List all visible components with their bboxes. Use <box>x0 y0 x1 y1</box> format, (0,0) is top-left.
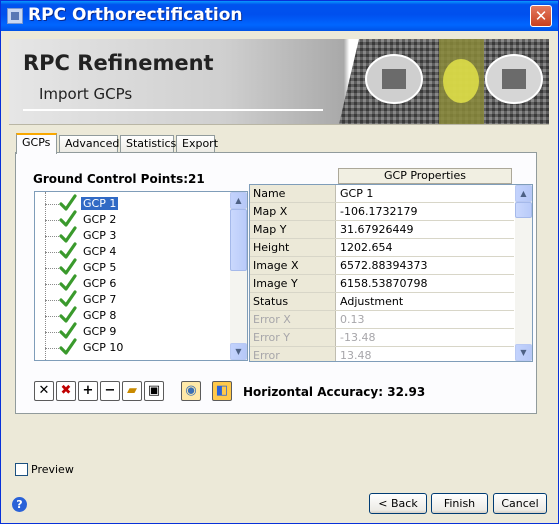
property-name: Status <box>250 293 336 310</box>
delete-icon[interactable]: ✖ <box>56 381 76 401</box>
window-title: RPC Orthorectification <box>28 5 243 25</box>
wizard-header: RPC Refinement Import GCPs <box>9 39 549 125</box>
scroll-thumb[interactable] <box>230 209 247 271</box>
property-value: -13.48 <box>340 331 376 344</box>
scroll-up-button[interactable]: ▲ <box>230 192 247 209</box>
tree-connector <box>45 236 59 237</box>
tab-advanced[interactable]: Advanced <box>59 135 119 152</box>
property-value: 0.13 <box>340 313 365 326</box>
property-row[interactable]: Map X -106.1732179 <box>250 203 514 221</box>
tree-connector <box>45 192 46 360</box>
property-name: Height <box>250 239 336 256</box>
gcp-item-label: GCP 6 <box>83 277 117 290</box>
step-subtitle: Import GCPs <box>39 85 133 103</box>
property-name: Image Y <box>250 275 336 292</box>
gcp-item-label: GCP 10 <box>83 341 124 354</box>
horizontal-accuracy-value: 32.93 <box>387 385 426 399</box>
app-icon <box>7 8 23 24</box>
gcp-properties-grid[interactable]: Name GCP 1 Map X -106.1732179 Map Y 31.679264… <box>249 184 533 362</box>
gcps-tab-panel: Ground Control Points:21 GCP 1 GCP 2 GCP 3… <box>15 152 537 414</box>
property-value[interactable]: 1202.654 <box>340 239 510 256</box>
tree-connector <box>45 268 59 269</box>
tab-statistics[interactable]: Statistics <box>120 135 176 152</box>
property-row[interactable]: Image X 6572.88394373 <box>250 257 514 275</box>
gcp-item-label: GCP 1 <box>81 197 119 210</box>
tree-connector <box>45 252 59 253</box>
gcp-count-label: Ground Control Points: <box>33 172 189 186</box>
property-value: 13.48 <box>340 349 372 362</box>
property-name: Map X <box>250 203 336 220</box>
property-row[interactable]: Image Y 6158.53870798 <box>250 275 514 293</box>
property-row[interactable]: Status Adjustment <box>250 293 514 311</box>
remove-icon[interactable]: − <box>100 381 120 401</box>
tree-connector <box>45 284 59 285</box>
tab-export[interactable]: Export <box>176 135 218 152</box>
preview-checkbox[interactable] <box>15 463 28 476</box>
property-row[interactable]: Name GCP 1 <box>250 185 514 203</box>
property-row: Error Magnitude 13.48 <box>250 347 514 362</box>
property-row[interactable]: Height 1202.654 <box>250 239 514 257</box>
close-icon[interactable]: ✕ <box>34 381 54 401</box>
property-name: Map Y <box>250 221 336 238</box>
property-row: Error Y -13.48 <box>250 329 514 347</box>
dialog-window: RPC Orthorectification ✕ RPC Refinement … <box>0 0 559 524</box>
property-value[interactable]: 6572.88394373 <box>340 257 510 274</box>
property-name: Error Y <box>250 329 336 346</box>
tree-connector <box>45 332 59 333</box>
gcp-item-label: GCP 4 <box>83 245 117 258</box>
gcp-item-label: GCP 7 <box>83 293 117 306</box>
property-value[interactable]: 6158.53870798 <box>340 275 510 292</box>
gcp-item-label: GCP 5 <box>83 261 117 274</box>
property-name: Image X <box>250 257 336 274</box>
header-divider <box>23 109 323 111</box>
tree-connector <box>45 220 59 221</box>
gcp-item-label: GCP 2 <box>83 213 117 226</box>
tree-connector <box>45 300 59 301</box>
save-icon[interactable]: ▣ <box>144 381 164 401</box>
stadium-imagery-banner <box>339 39 549 124</box>
gcp-item-label: GCP 8 <box>83 309 117 322</box>
scroll-down-button[interactable]: ▼ <box>230 343 247 360</box>
horizontal-accuracy-label: Horizontal Accuracy: <box>243 385 384 399</box>
gcp-item-label: GCP 3 <box>83 229 117 242</box>
property-value[interactable]: GCP 1 <box>340 185 510 202</box>
properties-scrollbar[interactable]: ▲ ▼ <box>515 185 532 361</box>
property-row: Error X 0.13 <box>250 311 514 329</box>
property-value[interactable]: -106.1732179 <box>340 203 510 220</box>
tree-connector <box>45 204 59 205</box>
checkmark-icon <box>59 338 77 355</box>
gcp-count-value: 21 <box>188 172 205 186</box>
view-icon[interactable]: ◉ <box>181 381 201 401</box>
step-title: RPC Refinement <box>23 51 214 75</box>
property-value[interactable]: 31.67926449 <box>340 221 510 238</box>
finish-button[interactable]: Finish <box>431 493 488 514</box>
property-value[interactable]: Adjustment <box>340 293 510 310</box>
tree-connector <box>45 316 59 317</box>
gcp-tree[interactable]: GCP 1 GCP 2 GCP 3 GCP 4 GCP 5 GCP 6 GCP 7 GCP 8… <box>34 191 248 361</box>
scroll-up-button[interactable]: ▲ <box>515 185 532 202</box>
chart-icon[interactable]: ◧ <box>212 381 232 401</box>
tab-gcps[interactable]: GCPs <box>16 133 57 154</box>
scroll-down-button[interactable]: ▼ <box>515 344 532 361</box>
gcp-properties-header: GCP Properties <box>338 168 512 184</box>
title-bar[interactable]: RPC Orthorectification ✕ <box>1 1 558 31</box>
back-button[interactable]: < Back <box>369 493 427 514</box>
help-icon[interactable]: ? <box>12 497 27 512</box>
property-name: Name <box>250 185 336 202</box>
close-button[interactable]: ✕ <box>530 5 552 27</box>
property-name: Error X <box>250 311 336 328</box>
open-folder-icon[interactable]: ▰ <box>122 381 142 401</box>
gcp-count-heading: Ground Control Points:21 <box>33 172 205 186</box>
add-icon[interactable]: + <box>78 381 98 401</box>
preview-label: Preview <box>31 463 74 476</box>
gcp-tree-scrollbar[interactable]: ▲ ▼ <box>230 192 247 360</box>
tree-connector <box>45 348 59 349</box>
horizontal-accuracy: Horizontal Accuracy: 32.93 <box>243 385 425 399</box>
property-row[interactable]: Map Y 31.67926449 <box>250 221 514 239</box>
property-name: Error Magnitude <box>250 347 336 361</box>
scroll-thumb[interactable] <box>515 202 532 218</box>
gcp-item-label: GCP 9 <box>83 325 117 338</box>
cancel-button[interactable]: Cancel <box>493 493 547 514</box>
